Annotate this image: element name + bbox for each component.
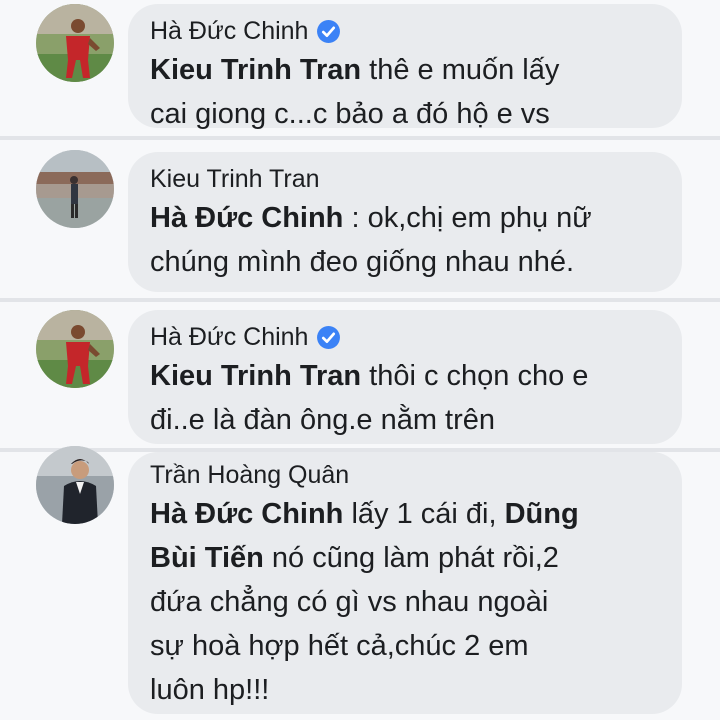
comment-text-segment: thê e muốn lấy [361,54,560,86]
comment-text-segment: đứa chẳng có gì vs nhau ngoài [150,586,549,618]
comment-text-segment: cai giong c...c bảo a đó hộ e vs [150,98,550,130]
comment-bubble[interactable]: Kieu Trinh Tran Hà Đức Chinh : ok,chị em… [128,152,682,292]
comment-author[interactable]: Hà Đức Chinh [150,16,660,46]
avatar[interactable] [36,150,114,228]
comment-text-segment: nó cũng làm phát rồi,2 [263,542,559,574]
comment-author[interactable]: Kieu Trinh Tran [150,164,660,194]
comment-line: Hà Đức Chinh : ok,chị em phụ nữ [150,196,660,240]
comment-text: Kieu Trinh Tran thôi c chọn cho e đi..e l… [150,354,660,442]
comment-text-segment: chúng mình đeo giống nhau nhé. [150,246,575,278]
comment-line: đi..e là đàn ông.e nằm trên [150,398,660,442]
player-red-jersey-avatar [36,310,114,388]
mention-link[interactable]: Bùi Tiến [150,542,264,574]
comment-line: Kieu Trinh Tran thôi c chọn cho e [150,354,660,398]
comment-text: Kieu Trinh Tran thê e muốn lấy cai giong … [150,48,660,136]
verified-badge-icon [317,19,341,43]
comment-line: sự hoà hợp hết cả,chúc 2 em [150,624,660,668]
comment-text-segment: sự hoà hợp hết cả,chúc 2 em [150,630,529,662]
person-standing-avatar [36,150,114,228]
comment-line: cai giong c...c bảo a đó hộ e vs [150,92,660,136]
author-name[interactable]: Hà Đức Chinh [150,16,308,46]
comment-text-segment: đi..e là đàn ông.e nằm trên [150,404,496,436]
comment-bubble[interactable]: Trần Hoàng Quân Hà Đức Chinh lấy 1 cái đ… [128,452,682,714]
comment-author[interactable]: Hà Đức Chinh [150,322,660,352]
comment-line: Hà Đức Chinh lấy 1 cái đi, Dũng [150,492,660,536]
comment-author[interactable]: Trần Hoàng Quân [150,460,660,490]
comment-line: Kieu Trinh Tran thê e muốn lấy [150,48,660,92]
mention-link[interactable]: Kieu Trinh Tran [150,54,361,86]
mention-link[interactable]: Dũng [505,498,579,530]
comment-line: Bùi Tiến nó cũng làm phát rồi,2 [150,536,660,580]
mention-link[interactable]: Kieu Trinh Tran [150,360,361,392]
author-name[interactable]: Trần Hoàng Quân [150,460,349,490]
comment-text-segment: thôi c chọn cho e [361,360,589,392]
comment-text-segment: : ok,chị em phụ nữ [343,202,592,234]
verified-badge-icon [317,325,341,349]
avatar[interactable] [36,310,114,388]
player-red-jersey-avatar [36,4,114,82]
comment-text: Hà Đức Chinh lấy 1 cái đi, Dũng Bùi Tiến … [150,492,660,712]
author-name[interactable]: Hà Đức Chinh [150,322,308,352]
comment-line: luôn hp!!! [150,668,660,712]
mention-link[interactable]: Hà Đức Chinh [150,498,343,530]
comment-line: chúng mình đeo giống nhau nhé. [150,240,660,284]
author-name[interactable]: Kieu Trinh Tran [150,164,320,194]
comment-line: đứa chẳng có gì vs nhau ngoài [150,580,660,624]
comment-text: Hà Đức Chinh : ok,chị em phụ nữ chúng mìn… [150,196,660,284]
comment-text-segment: luôn hp!!! [150,674,270,706]
comment-bubble[interactable]: Hà Đức Chinh Kieu Trinh Tran thôi c chọn… [128,310,682,444]
comment-text-segment: lấy 1 cái đi, [343,498,505,530]
comment-bubble[interactable]: Hà Đức Chinh Kieu Trinh Tran thê e muốn … [128,4,682,130]
avatar[interactable] [36,446,114,524]
mention-link[interactable]: Hà Đức Chinh [150,202,343,234]
avatar[interactable] [36,4,114,82]
man-in-suit-avatar [36,446,114,524]
